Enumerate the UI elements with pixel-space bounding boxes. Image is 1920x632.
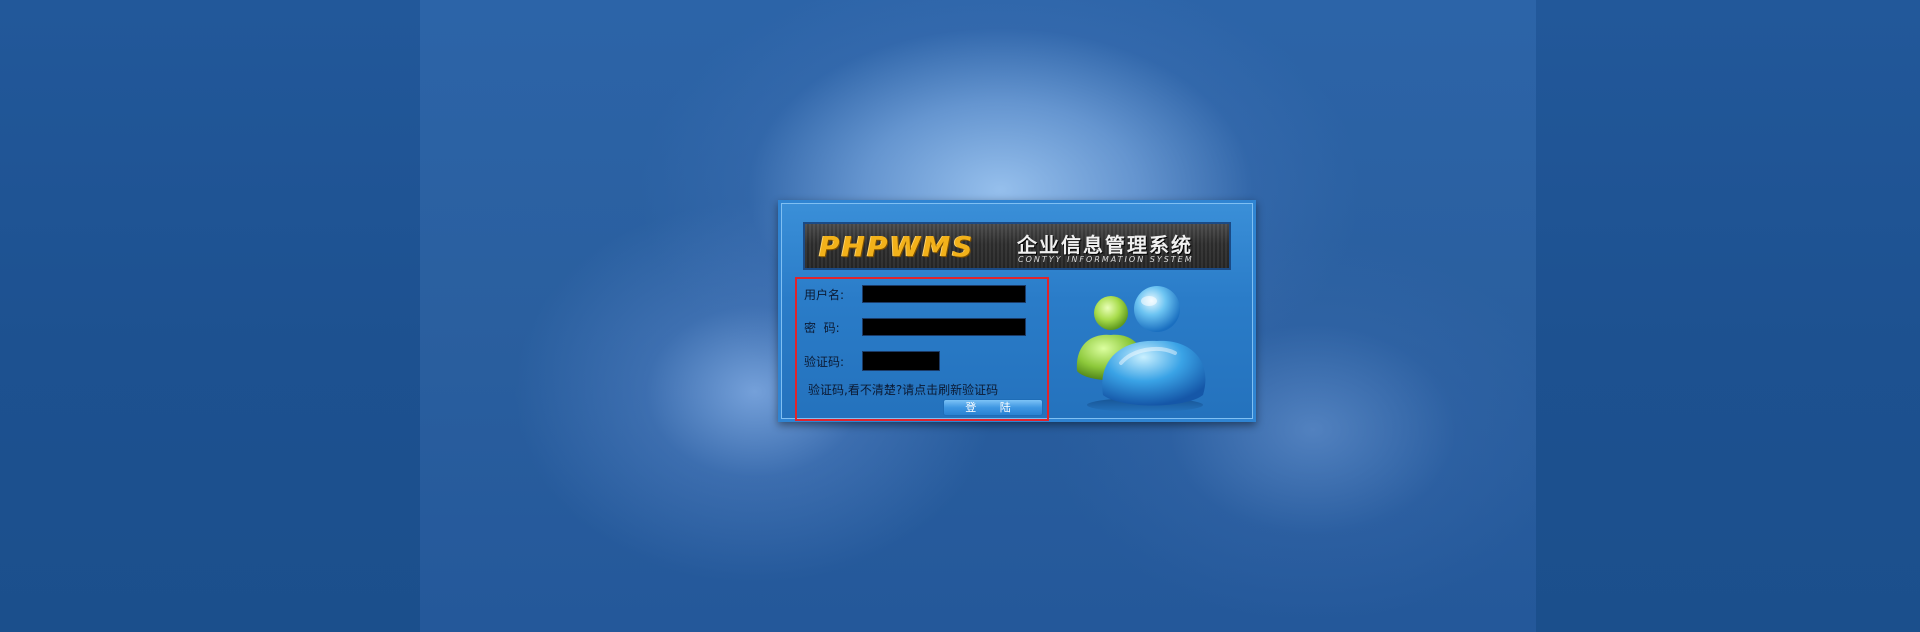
password-label: 密 码: — [804, 320, 840, 335]
password-input[interactable] — [862, 318, 1026, 336]
username-label: 用户名: — [804, 287, 845, 302]
system-subtitle: CONTYY INFORMATION SYSTEM — [1018, 255, 1194, 264]
password-row: 密 码: — [804, 317, 1026, 337]
system-title: 企业信息管理系统 — [1017, 233, 1193, 257]
username-row: 用户名: — [804, 284, 1026, 304]
captcha-row: 验证码: — [804, 351, 940, 371]
system-banner: PHPWMS 企业信息管理系统 CONTYY INFORMATION SYSTE… — [803, 222, 1231, 270]
login-button[interactable]: 登 陆 — [943, 399, 1043, 416]
username-input[interactable] — [862, 285, 1026, 303]
login-panel: PHPWMS 企业信息管理系统 CONTYY INFORMATION SYSTE… — [778, 200, 1256, 422]
page-background: PHPWMS 企业信息管理系统 CONTYY INFORMATION SYSTE… — [0, 0, 1920, 632]
users-icon — [1076, 286, 1206, 412]
captcha-label: 验证码: — [804, 354, 845, 369]
brand-logo: PHPWMS — [819, 230, 975, 263]
captcha-input[interactable] — [862, 351, 940, 371]
login-form: 用户名: 密 码: 验证码: 验证码,看不清楚?请点击刷新验证码 登 陆 — [795, 277, 1049, 421]
captcha-refresh-link[interactable]: 验证码,看不清楚?请点击刷新验证码 — [808, 381, 998, 398]
